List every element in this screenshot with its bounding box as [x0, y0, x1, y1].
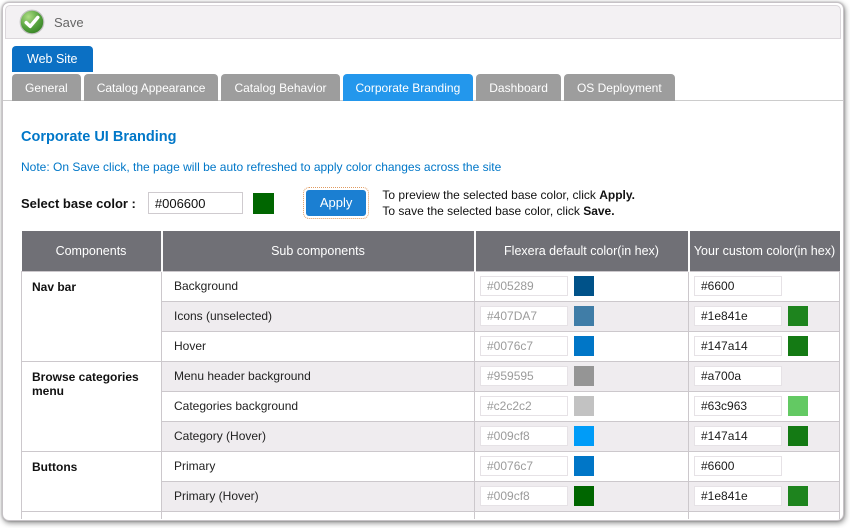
default-color-input — [480, 336, 568, 356]
sub-component-cell: Background — [162, 271, 475, 301]
default-color-input — [480, 486, 568, 506]
default-color-input — [480, 276, 568, 296]
base-color-input[interactable] — [148, 192, 243, 214]
header-flexera-default: Flexera default color(in hex) — [475, 231, 689, 271]
component-cell: Browse categories menu — [22, 361, 162, 451]
default-color-input — [480, 396, 568, 416]
custom-color-input[interactable] — [694, 276, 782, 296]
tab-strip: GeneralCatalog AppearanceCatalog Behavio… — [3, 74, 843, 101]
sub-component-cell: Categories background — [162, 391, 475, 421]
partial-row — [22, 511, 840, 519]
default-color-swatch — [574, 456, 594, 476]
table-row: ButtonsPrimary — [22, 451, 840, 481]
default-color-swatch — [574, 486, 594, 506]
toolbar: Save — [5, 5, 841, 39]
sub-component-cell: Category (Hover) — [162, 421, 475, 451]
custom-color-swatch — [788, 336, 808, 356]
custom-color-input[interactable] — [694, 396, 782, 416]
component-cell: Buttons — [22, 451, 162, 511]
custom-color-swatch — [788, 486, 808, 506]
note-text: Note: On Save click, the page will be au… — [21, 160, 825, 174]
tab-dashboard[interactable]: Dashboard — [476, 74, 561, 101]
save-label: Save — [54, 15, 84, 30]
default-color-cell — [475, 271, 689, 301]
default-color-swatch — [574, 426, 594, 446]
content-area: Corporate UI Branding Note: On Save clic… — [3, 129, 843, 519]
table-row: Nav barBackground — [22, 271, 840, 301]
default-color-input — [480, 456, 568, 476]
app-window: Save Web Site GeneralCatalog AppearanceC… — [2, 2, 844, 521]
custom-color-cell — [689, 301, 840, 331]
tab-catalog-appearance[interactable]: Catalog Appearance — [84, 74, 219, 101]
default-color-cell — [475, 331, 689, 361]
sub-component-cell: Menu header background — [162, 361, 475, 391]
default-color-swatch — [574, 306, 594, 326]
custom-color-cell — [689, 331, 840, 361]
custom-color-input[interactable] — [694, 366, 782, 386]
table-header-row: Components Sub components Flexera defaul… — [22, 231, 840, 271]
default-color-cell — [475, 421, 689, 451]
sub-component-cell: Primary — [162, 451, 475, 481]
save-check-icon — [19, 9, 45, 35]
custom-color-cell — [689, 451, 840, 481]
custom-color-input[interactable] — [694, 306, 782, 326]
custom-color-swatch — [788, 396, 808, 416]
default-color-cell — [475, 301, 689, 331]
tab-web-site[interactable]: Web Site — [12, 46, 93, 72]
default-color-cell — [475, 361, 689, 391]
default-color-input — [480, 366, 568, 386]
branding-table: Components Sub components Flexera defaul… — [21, 231, 840, 519]
branding-table-body: Nav barBackgroundIcons (unselected)Hover… — [22, 271, 840, 519]
default-color-swatch — [574, 396, 594, 416]
instructions-text: To preview the selected base color, clic… — [382, 187, 635, 219]
tab-general[interactable]: General — [12, 74, 81, 101]
instruction-line-apply: To preview the selected base color, clic… — [382, 187, 635, 203]
component-cell: Nav bar — [22, 271, 162, 361]
custom-color-input[interactable] — [694, 426, 782, 446]
header-sub-components: Sub components — [162, 231, 475, 271]
base-color-row: Select base color : Apply To preview the… — [21, 190, 825, 216]
header-custom-color: Your custom color(in hex) — [689, 231, 840, 271]
header-components: Components — [22, 231, 162, 271]
save-button[interactable]: Save — [19, 9, 84, 35]
default-color-input — [480, 426, 568, 446]
tab-os-deployment[interactable]: OS Deployment — [564, 74, 675, 101]
default-color-input — [480, 306, 568, 326]
default-color-swatch — [574, 336, 594, 356]
custom-color-swatch — [788, 306, 808, 326]
tab-corporate-branding[interactable]: Corporate Branding — [343, 74, 474, 101]
custom-color-cell — [689, 361, 840, 391]
apply-button[interactable]: Apply — [306, 190, 367, 216]
instruction-line-save: To save the selected base color, click S… — [382, 203, 635, 219]
default-color-cell — [475, 481, 689, 511]
custom-color-cell — [689, 271, 840, 301]
base-color-swatch — [253, 193, 274, 214]
custom-color-cell — [689, 391, 840, 421]
tab-catalog-behavior[interactable]: Catalog Behavior — [221, 74, 339, 101]
custom-color-cell — [689, 421, 840, 451]
default-color-swatch — [574, 276, 594, 296]
page-title: Corporate UI Branding — [21, 129, 825, 145]
custom-color-input[interactable] — [694, 456, 782, 476]
custom-color-cell — [689, 481, 840, 511]
custom-color-input[interactable] — [694, 336, 782, 356]
custom-color-input[interactable] — [694, 486, 782, 506]
default-color-swatch — [574, 366, 594, 386]
default-color-cell — [475, 391, 689, 421]
default-color-cell — [475, 451, 689, 481]
custom-color-swatch — [788, 426, 808, 446]
sub-component-cell: Hover — [162, 331, 475, 361]
sub-component-cell: Primary (Hover) — [162, 481, 475, 511]
table-row: Browse categories menuMenu header backgr… — [22, 361, 840, 391]
sub-component-cell: Icons (unselected) — [162, 301, 475, 331]
base-color-label: Select base color : — [21, 196, 136, 211]
